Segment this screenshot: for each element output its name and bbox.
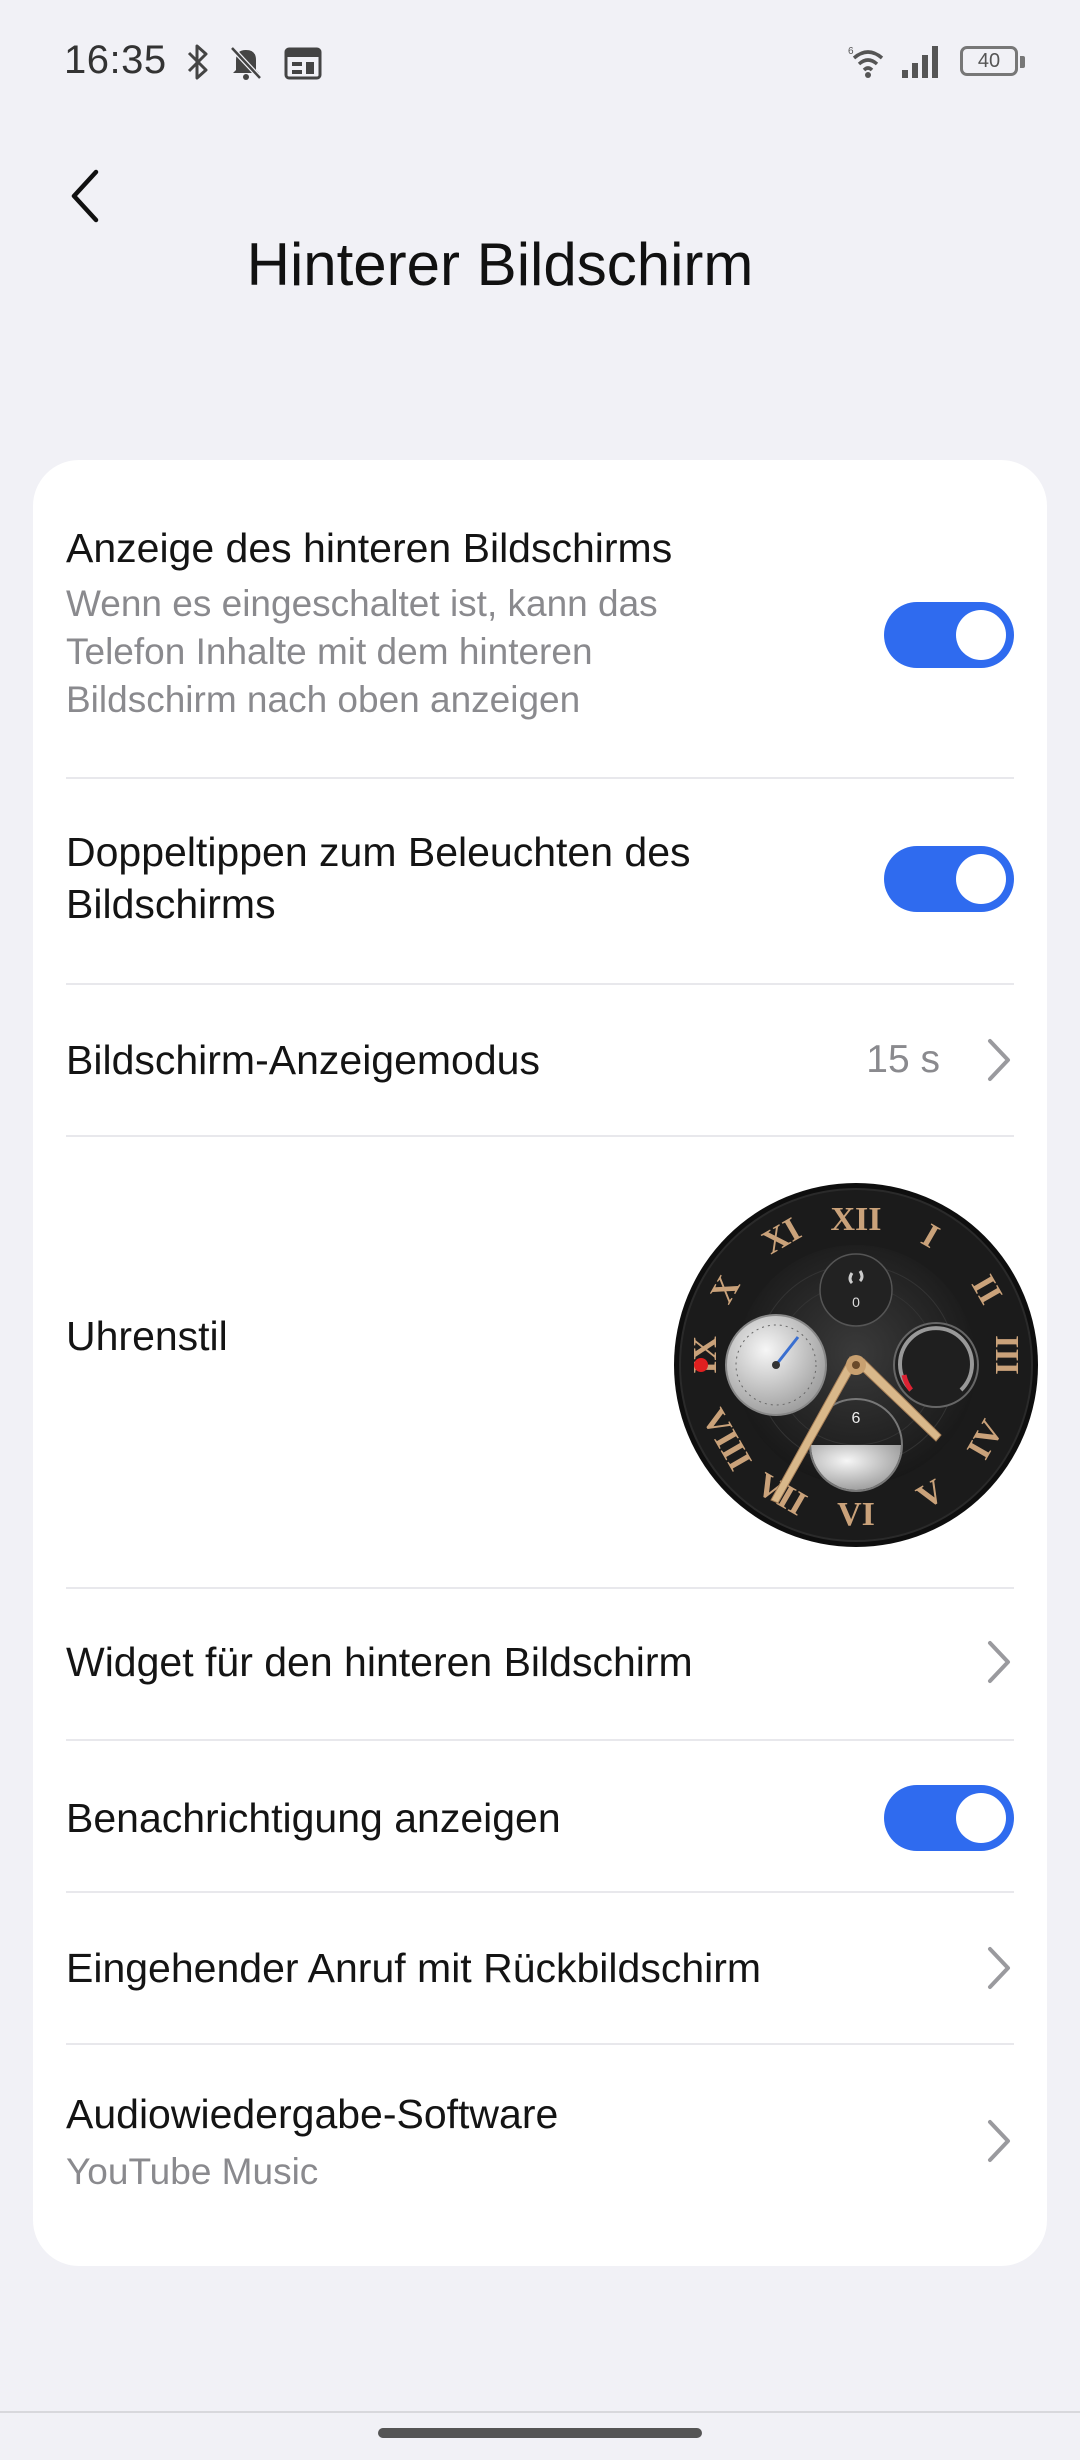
clock-numeral: XII (830, 1201, 881, 1238)
double-tap-toggle[interactable] (884, 846, 1014, 912)
chevron-right-icon (988, 1641, 1010, 1683)
setting-incoming-call[interactable]: Eingehender Anruf mit Rückbildschirm (66, 1938, 1014, 1998)
divider (66, 1739, 1014, 1741)
divider (66, 777, 1014, 779)
chevron-left-icon (71, 169, 99, 223)
divider (66, 1891, 1014, 1893)
status-time: 16:35 (64, 38, 167, 82)
signal-icon (902, 46, 938, 78)
toggle-knob (956, 854, 1006, 904)
setting-description-line: Bildschirm nach oben anzeigen (66, 679, 581, 720)
back-button[interactable] (50, 158, 120, 234)
status-bar: 16:35 6 40 (0, 0, 1080, 130)
chevron-right-icon (988, 2120, 1010, 2162)
wifi-icon: 6 (848, 46, 884, 78)
setting-title: Bildschirms (66, 881, 276, 927)
battery-icon: 40 (960, 46, 1026, 80)
divider (66, 2043, 1014, 2045)
setting-notifications[interactable]: Benachrichtigung anzeigen (66, 1785, 1014, 1851)
page-title: Hinterer Bildschirm (246, 231, 754, 298)
chevron-right-icon (988, 1947, 1010, 1989)
setting-double-tap[interactable]: Doppeltippen zum Beleuchten des Bildschi… (66, 826, 1014, 936)
setting-title: Widget für den hinteren Bildschirm (66, 1639, 693, 1685)
toggle-knob (956, 1793, 1006, 1843)
nav-divider (0, 2411, 1080, 2413)
home-indicator[interactable] (378, 2428, 702, 2438)
clock-numeral: III (988, 1335, 1025, 1375)
divider (66, 1135, 1014, 1137)
settings-card: Anzeige des hinteren Bildschirms Wenn es… (33, 460, 1047, 2266)
setting-widget[interactable]: Widget für den hinteren Bildschirm (66, 1632, 1014, 1692)
battery-level: 40 (977, 50, 1001, 72)
bluetooth-icon (187, 44, 208, 80)
setting-title: Eingehender Anruf mit Rückbildschirm (66, 1945, 762, 1991)
setting-value: 15 s (866, 1038, 940, 1081)
clock-face-preview[interactable]: XII I II III IV V VI VII VIII IX X XI 0 (671, 1180, 1041, 1550)
notifications-toggle[interactable] (884, 1785, 1014, 1851)
rear-display-toggle[interactable] (884, 602, 1014, 668)
steps-value: 0 (852, 1294, 860, 1310)
svg-text:6: 6 (848, 46, 854, 57)
setting-description-line: Wenn es eingeschaltet ist, kann das (66, 583, 658, 624)
setting-description-line: Telefon Inhalte mit dem hinteren (66, 631, 593, 672)
setting-title: Benachrichtigung anzeigen (66, 1795, 561, 1841)
setting-audio-software[interactable]: Audiowiedergabe-Software YouTube Music (66, 2088, 1014, 2198)
mute-bell-icon (230, 46, 262, 80)
setting-value: YouTube Music (66, 2151, 319, 2192)
setting-title: Doppeltippen zum Beleuchten des (66, 829, 691, 875)
clock-numeral: VI (837, 1496, 875, 1533)
setting-title: Anzeige des hinteren Bildschirms (66, 525, 673, 571)
calendar-icon (284, 47, 322, 80)
setting-display-mode[interactable]: Bildschirm-Anzeigemodus 15 s (66, 1030, 1014, 1090)
setting-rear-display[interactable]: Anzeige des hinteren Bildschirms Wenn es… (66, 522, 1014, 720)
divider (66, 1587, 1014, 1589)
setting-title: Uhrenstil (66, 1313, 228, 1359)
date-value: 6 (852, 1410, 861, 1427)
chevron-right-icon (988, 1039, 1010, 1081)
setting-clock-style[interactable]: Uhrenstil XII I II III IV V VI VIII IX X… (66, 1150, 1038, 1547)
divider (66, 983, 1014, 985)
toggle-knob (956, 610, 1006, 660)
setting-title: Audiowiedergabe-Software (66, 2091, 559, 2137)
